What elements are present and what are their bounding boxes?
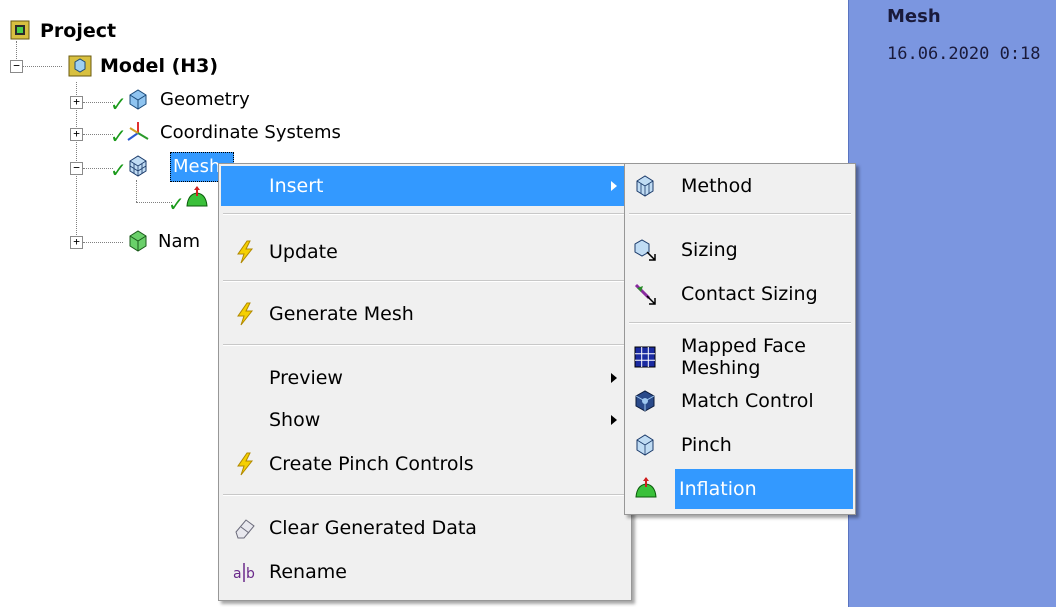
menu-item-preview[interactable]: Preview bbox=[221, 358, 629, 398]
tree-line bbox=[22, 66, 62, 67]
menu-item-show-label: Show bbox=[269, 409, 321, 431]
tree-item-model[interactable]: Model (H3) bbox=[100, 51, 218, 81]
menu-item-create-pinch-controls[interactable]: Create Pinch Controls bbox=[221, 444, 629, 484]
expand-named-selections-toggle[interactable]: + bbox=[70, 236, 83, 249]
submenu-item-method[interactable]: Method bbox=[627, 166, 853, 206]
expand-geometry-toggle[interactable]: + bbox=[70, 96, 83, 109]
menu-separator bbox=[223, 280, 627, 282]
menu-item-generate-mesh-label: Generate Mesh bbox=[269, 303, 414, 325]
tree-line bbox=[136, 180, 137, 202]
status-check-icon: ✓ bbox=[168, 192, 185, 216]
model-icon bbox=[68, 54, 92, 78]
pinch-icon bbox=[633, 433, 657, 457]
submenu-item-sizing[interactable]: Sizing bbox=[627, 230, 853, 270]
status-check-icon: ✓ bbox=[110, 92, 127, 116]
coordinate-systems-icon bbox=[126, 120, 150, 144]
submenu-arrow-icon bbox=[611, 373, 617, 383]
project-label: Project bbox=[40, 20, 117, 42]
submenu-item-pinch-label: Pinch bbox=[681, 434, 732, 456]
menu-separator bbox=[629, 213, 851, 215]
tree-line bbox=[83, 168, 113, 169]
lightning-icon bbox=[233, 302, 257, 326]
status-check-icon: ✓ bbox=[110, 124, 127, 148]
menu-item-rename-label: Rename bbox=[269, 561, 347, 583]
menu-item-show[interactable]: Show bbox=[221, 400, 629, 440]
model-label: Model (H3) bbox=[100, 55, 219, 77]
submenu-item-mapped-face-meshing-label: Mapped Face Meshing bbox=[681, 335, 806, 379]
menu-separator bbox=[223, 213, 627, 215]
submenu-item-match-control-label: Match Control bbox=[681, 390, 814, 412]
menu-separator bbox=[629, 322, 851, 324]
lightning-icon bbox=[233, 240, 257, 264]
submenu-item-sizing-label: Sizing bbox=[681, 239, 738, 261]
submenu-item-mapped-face-meshing[interactable]: Mapped Face Meshing bbox=[627, 335, 853, 379]
menu-separator bbox=[223, 494, 627, 496]
menu-item-insert[interactable]: Insert bbox=[221, 166, 629, 206]
collapse-mesh-toggle[interactable]: − bbox=[70, 162, 83, 175]
sizing-icon bbox=[633, 238, 657, 262]
menu-separator bbox=[223, 344, 627, 346]
details-title: Mesh bbox=[887, 6, 941, 27]
menu-item-clear-generated-data-label: Clear Generated Data bbox=[269, 517, 477, 539]
inflation-icon bbox=[633, 475, 659, 501]
mesh-icon bbox=[126, 154, 150, 178]
svg-text:a: a bbox=[233, 566, 242, 582]
submenu-item-contact-sizing-label: Contact Sizing bbox=[681, 283, 818, 305]
lightning-icon bbox=[233, 452, 257, 476]
menu-item-create-pinch-controls-label: Create Pinch Controls bbox=[269, 453, 474, 475]
tree-item-named-selections[interactable]: Nam bbox=[158, 226, 200, 256]
tree-line bbox=[136, 202, 172, 203]
svg-text:b: b bbox=[246, 566, 255, 582]
rename-icon: ab bbox=[233, 560, 257, 584]
method-icon bbox=[633, 174, 657, 198]
tree-item-mesh[interactable]: Mesh bbox=[173, 151, 220, 181]
submenu-arrow-icon bbox=[611, 181, 617, 191]
submenu-item-contact-sizing[interactable]: Contact Sizing bbox=[627, 274, 853, 314]
tree-line bbox=[83, 242, 123, 243]
geometry-label: Geometry bbox=[160, 88, 250, 110]
tree-item-project[interactable]: Project bbox=[40, 16, 116, 46]
submenu-item-inflation-label: Inflation bbox=[679, 478, 757, 500]
collapse-model-toggle[interactable]: − bbox=[10, 60, 23, 73]
menu-item-preview-label: Preview bbox=[269, 367, 343, 389]
match-control-icon bbox=[633, 389, 657, 413]
menu-item-insert-label: Insert bbox=[269, 175, 324, 197]
project-icon bbox=[10, 20, 30, 40]
context-menu: Insert Update Generate Mesh Preview Show… bbox=[218, 163, 632, 601]
named-selections-label: Nam bbox=[158, 230, 201, 252]
tree-line bbox=[83, 134, 113, 135]
tree-line bbox=[83, 102, 113, 103]
menu-item-update[interactable]: Update bbox=[221, 232, 629, 272]
status-check-icon: ✓ bbox=[110, 158, 127, 182]
submenu-item-pinch[interactable]: Pinch bbox=[627, 425, 853, 465]
coordinate-systems-label: Coordinate Systems bbox=[160, 121, 341, 143]
menu-item-generate-mesh[interactable]: Generate Mesh bbox=[221, 294, 629, 334]
mapped-face-icon bbox=[633, 345, 657, 369]
menu-item-rename[interactable]: ab Rename bbox=[221, 552, 629, 592]
contact-sizing-icon bbox=[633, 282, 657, 306]
inflation-tree-icon bbox=[184, 184, 210, 210]
expand-coordinate-systems-toggle[interactable]: + bbox=[70, 128, 83, 141]
submenu-item-inflation[interactable]: Inflation bbox=[675, 469, 853, 509]
geometry-icon bbox=[126, 88, 150, 110]
eraser-icon bbox=[233, 516, 257, 540]
insert-submenu: Method Sizing Contact Sizing Mapped Face… bbox=[624, 163, 856, 515]
submenu-item-method-label: Method bbox=[681, 175, 753, 197]
menu-item-update-label: Update bbox=[269, 241, 338, 263]
details-date: 16.06.2020 0:18 bbox=[887, 44, 1041, 64]
submenu-arrow-icon bbox=[611, 415, 617, 425]
mesh-label: Mesh bbox=[173, 155, 221, 177]
submenu-item-match-control[interactable]: Match Control bbox=[627, 381, 853, 421]
named-selections-icon bbox=[126, 229, 150, 253]
menu-item-clear-generated-data[interactable]: Clear Generated Data bbox=[221, 508, 629, 548]
tree-item-geometry[interactable]: Geometry bbox=[160, 84, 250, 114]
tree-item-coordinate-systems[interactable]: Coordinate Systems bbox=[160, 117, 341, 147]
details-panel: Mesh 16.06.2020 0:18 bbox=[848, 0, 1056, 607]
